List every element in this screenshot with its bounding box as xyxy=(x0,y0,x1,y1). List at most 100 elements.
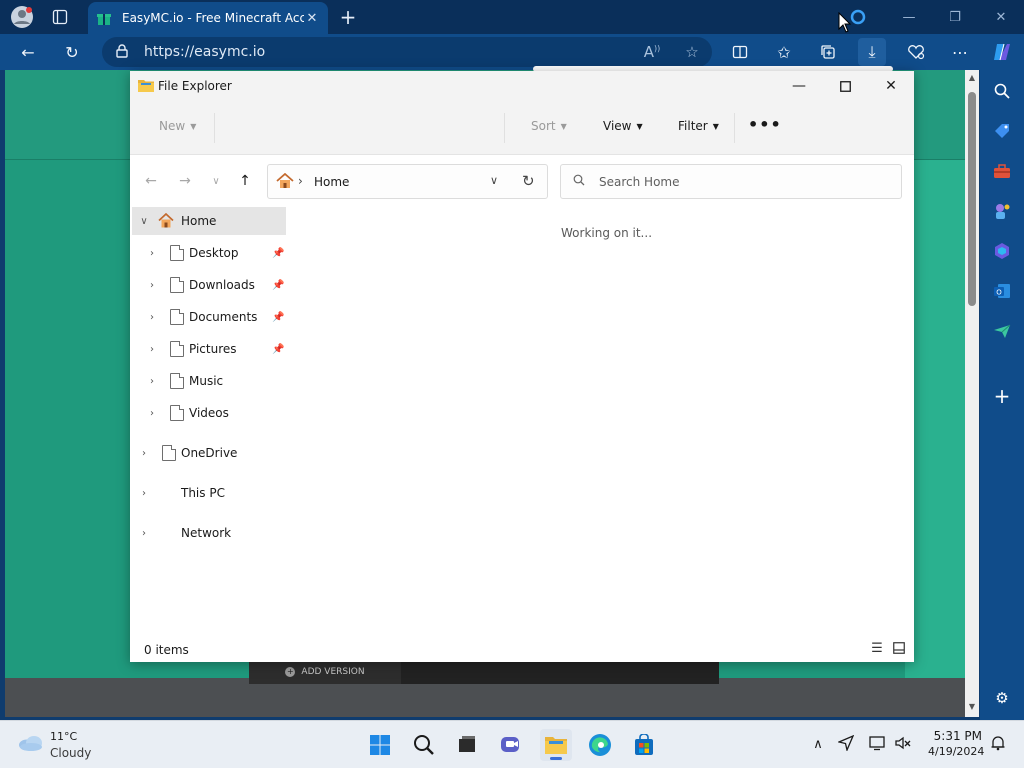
nav-item-this-pc[interactable]: › This PC xyxy=(132,479,286,507)
scroll-down-icon[interactable]: ▼ xyxy=(967,702,977,712)
volume-muted-icon[interactable] xyxy=(893,735,913,755)
chevron-down-icon: ▼ xyxy=(190,121,197,131)
file-list-area[interactable]: Working on it... xyxy=(290,207,914,637)
favorites-icon[interactable]: ✩ xyxy=(770,38,798,66)
minimize-button[interactable]: — xyxy=(894,4,924,30)
nav-label: Network xyxy=(181,526,232,540)
show-hidden-icons-chevron-up-icon[interactable]: ∧ xyxy=(808,735,828,755)
fe-minimize-button[interactable]: — xyxy=(776,71,822,101)
drop-icon[interactable] xyxy=(990,319,1014,343)
home-icon xyxy=(276,172,294,191)
weather-widget[interactable]: 11°C Cloudy xyxy=(16,729,126,763)
shopping-tag-icon[interactable] xyxy=(990,119,1014,143)
refresh-icon[interactable]: ↻ xyxy=(58,38,86,66)
chevron-right-icon[interactable]: › xyxy=(138,528,150,539)
chevron-right-icon[interactable]: › xyxy=(146,248,158,259)
recent-locations-icon[interactable]: ∨ xyxy=(205,171,227,191)
forward-arrow-icon[interactable]: → xyxy=(174,171,196,191)
scroll-thumb[interactable] xyxy=(968,92,976,306)
search-input[interactable] xyxy=(599,173,879,191)
chevron-right-icon[interactable]: › xyxy=(146,344,158,355)
file-explorer-titlebar[interactable]: File Explorer — ✕ xyxy=(130,71,914,101)
chevron-right-icon[interactable]: › xyxy=(146,376,158,387)
pin-icon[interactable]: 📌 xyxy=(272,344,284,355)
sidebar-settings-icon[interactable]: ⚙ xyxy=(990,686,1014,710)
microsoft-365-icon[interactable] xyxy=(990,239,1014,263)
sort-button[interactable]: Sort ▼ xyxy=(531,119,567,133)
games-icon[interactable] xyxy=(990,199,1014,223)
up-arrow-icon[interactable]: ↑ xyxy=(234,171,256,191)
location-arrow-icon[interactable] xyxy=(836,734,856,755)
close-button[interactable]: ✕ xyxy=(986,4,1016,30)
pin-icon[interactable]: 📌 xyxy=(272,280,284,291)
view-button[interactable]: View ▼ xyxy=(603,119,643,133)
fe-close-button[interactable]: ✕ xyxy=(868,71,914,101)
chevron-right-icon[interactable]: › xyxy=(138,448,150,459)
file-explorer-taskbar-icon[interactable] xyxy=(540,729,572,761)
address-dropdown-icon[interactable]: ∨ xyxy=(490,174,498,187)
pin-icon[interactable]: 📌 xyxy=(272,312,284,323)
tiles-view-icon[interactable] xyxy=(892,642,906,656)
chevron-right-icon[interactable]: › xyxy=(146,280,158,291)
teams-chat-icon[interactable] xyxy=(495,729,527,761)
pin-icon[interactable]: 📌 xyxy=(272,248,284,259)
nav-item-documents[interactable]: › Documents 📌 xyxy=(132,303,286,331)
restore-button[interactable]: ❐ xyxy=(940,4,970,30)
address-box[interactable]: › Home ∨ ↻ xyxy=(267,164,548,199)
search-box[interactable] xyxy=(560,164,902,199)
details-view-icon[interactable]: ☰ xyxy=(870,642,884,656)
chevron-down-icon[interactable]: ∨ xyxy=(138,216,150,227)
more-options-icon[interactable]: ••• xyxy=(748,115,782,134)
fe-maximize-button[interactable] xyxy=(822,71,868,101)
address-bar[interactable]: https://easymc.io A)) ☆ xyxy=(102,37,712,67)
nav-item-network[interactable]: › Network xyxy=(132,519,286,547)
add-sidebar-app-icon[interactable]: + xyxy=(990,384,1014,408)
nav-item-videos[interactable]: › Videos xyxy=(132,399,286,427)
scroll-up-icon[interactable]: ▲ xyxy=(967,73,977,83)
back-icon[interactable]: ← xyxy=(14,38,42,66)
read-aloud-icon[interactable]: A)) xyxy=(632,43,672,61)
task-view-icon[interactable] xyxy=(451,729,483,761)
system-clock[interactable]: 5:31 PM 4/19/2024 xyxy=(928,729,984,758)
start-button[interactable] xyxy=(364,729,396,761)
nav-item-home[interactable]: ∨ Home xyxy=(132,207,286,235)
new-button[interactable]: New ▼ xyxy=(159,119,196,133)
filter-button[interactable]: Filter ▼ xyxy=(678,119,719,133)
breadcrumb-home[interactable]: Home xyxy=(314,175,349,189)
search-icon[interactable] xyxy=(990,79,1014,103)
nav-item-music[interactable]: › Music xyxy=(132,367,286,395)
notification-bell-icon[interactable] xyxy=(988,735,1008,755)
favorite-star-icon[interactable]: ☆ xyxy=(672,43,712,61)
tab-easymc[interactable]: EasyMC.io - Free Minecraft Acco ✕ xyxy=(88,2,328,34)
edge-browser-icon[interactable] xyxy=(584,729,616,761)
outlook-icon[interactable]: O xyxy=(990,279,1014,303)
downloads-icon[interactable]: ⤓ xyxy=(858,38,886,66)
url-text[interactable]: https://easymc.io xyxy=(144,44,265,60)
split-screen-icon[interactable] xyxy=(726,38,754,66)
browser-essentials-icon[interactable] xyxy=(902,38,930,66)
profile-avatar[interactable] xyxy=(8,3,36,31)
add-version-button[interactable]: + ADD VERSION xyxy=(249,660,401,684)
chevron-right-icon[interactable]: › xyxy=(146,408,158,419)
svg-text:O: O xyxy=(996,289,1002,297)
chevron-right-icon[interactable]: › xyxy=(146,312,158,323)
copilot-icon[interactable] xyxy=(988,38,1016,66)
more-menu-icon[interactable]: ⋯ xyxy=(946,38,974,66)
nav-item-pictures[interactable]: › Pictures 📌 xyxy=(132,335,286,363)
back-arrow-icon[interactable]: ← xyxy=(140,171,162,191)
nav-item-downloads[interactable]: › Downloads 📌 xyxy=(132,271,286,299)
nav-item-desktop[interactable]: › Desktop 📌 xyxy=(132,239,286,267)
search-icon[interactable] xyxy=(408,729,440,761)
lock-icon[interactable] xyxy=(116,43,130,61)
tab-actions-icon[interactable] xyxy=(46,3,74,31)
refresh-icon[interactable]: ↻ xyxy=(522,172,535,190)
close-tab-icon[interactable]: ✕ xyxy=(304,11,320,26)
new-tab-icon[interactable]: + xyxy=(334,3,362,31)
display-icon[interactable] xyxy=(868,735,888,755)
chevron-right-icon[interactable]: › xyxy=(138,488,150,499)
microsoft-store-icon[interactable] xyxy=(628,729,660,761)
collections-icon[interactable] xyxy=(814,38,842,66)
page-scrollbar[interactable]: ▲ ▼ xyxy=(965,70,979,717)
tools-icon[interactable] xyxy=(990,159,1014,183)
nav-item-onedrive[interactable]: › OneDrive xyxy=(132,439,286,467)
